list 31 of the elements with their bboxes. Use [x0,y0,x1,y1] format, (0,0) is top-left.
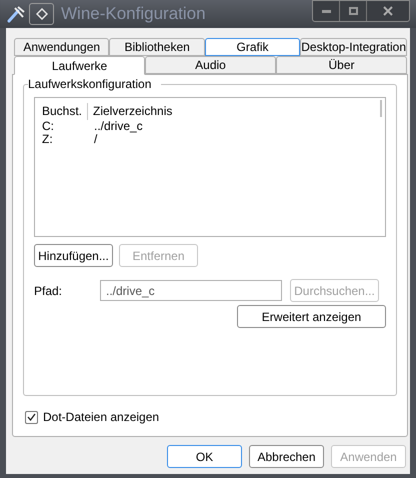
window-menu-button[interactable] [29,3,54,25]
advanced-button[interactable]: Erweitert anzeigen [237,305,386,328]
tools-icon [6,5,26,23]
window-title: Wine-Konfiguration [61,3,206,26]
tab[interactable]: Über [276,56,407,74]
table-cell-text: / [93,133,98,146]
check-icon [27,413,36,421]
checkbox[interactable] [25,410,38,424]
maximize-icon [348,7,358,15]
button[interactable]: OK [167,445,242,468]
group-title: Laufwerkskonfiguration [28,77,162,92]
column-header[interactable]: Zielverzeichnis [88,103,172,120]
tab[interactable]: Bibliotheken [109,38,205,56]
minimize-icon [322,10,330,12]
tab[interactable]: Grafik [204,38,300,56]
table-cell-text: ../drive_c [93,120,143,133]
tab[interactable]: Anwendungen [14,38,110,56]
table-cell-text: C: [41,120,55,133]
column-header[interactable]: Buchst. [35,103,88,120]
close-icon [383,6,393,16]
tab[interactable]: Laufwerke [14,56,145,75]
table-cell-text: Z: [41,133,54,146]
tab[interactable]: Audio [145,56,276,74]
path-label: Pfad: [34,282,64,300]
tab[interactable]: Desktop-Integration [300,38,407,56]
path-field[interactable]: ../drive_c [100,280,282,301]
diamond-icon [36,8,48,20]
drive-list[interactable]: Buchst. Zielverzeichnis C: ../drive_c Z: / [34,97,386,237]
checkbox-label: Dot-Dateien anzeigen [43,409,160,426]
button[interactable]: Abbrechen [249,445,324,468]
button[interactable]: Hinzufügen... [34,244,113,267]
